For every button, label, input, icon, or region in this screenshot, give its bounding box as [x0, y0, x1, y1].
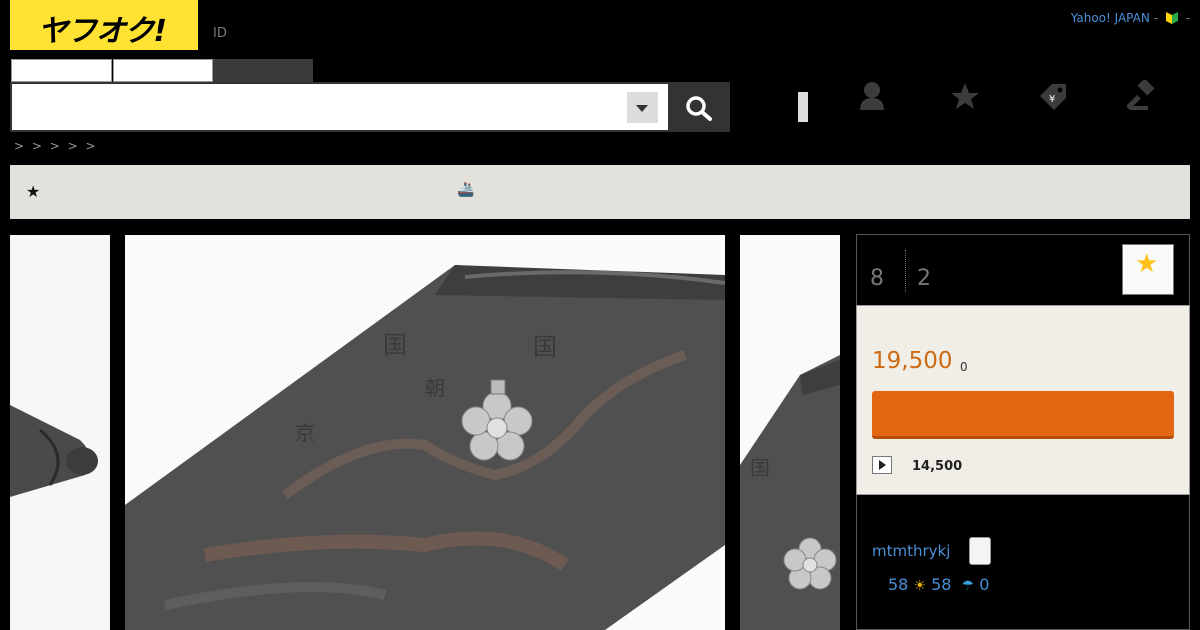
- search-icon: [686, 96, 712, 121]
- start-price: 14,500: [912, 459, 963, 474]
- seller-panel: [856, 495, 1190, 630]
- expand-toggle-button[interactable]: [872, 456, 892, 474]
- watchlist-button[interactable]: ★: [1122, 244, 1174, 295]
- breadcrumb[interactable]: > > > > >: [14, 139, 98, 153]
- thumbnail-previous[interactable]: [10, 235, 110, 630]
- star-icon[interactable]: [950, 80, 980, 112]
- search-tab-3[interactable]: [213, 59, 313, 82]
- thumbnail-next[interactable]: 国: [740, 235, 840, 630]
- item-main-photo[interactable]: 国 国 朝 京: [125, 235, 725, 630]
- logo-text: ヤフオク!: [38, 14, 167, 49]
- rating-good[interactable]: 58: [931, 575, 951, 594]
- separator: -: [1185, 11, 1190, 25]
- svg-text:国: 国: [383, 331, 407, 359]
- search-tab-1[interactable]: [11, 59, 112, 82]
- bad-rating-icon: ☂: [961, 578, 975, 594]
- search-tab-2[interactable]: [113, 59, 213, 82]
- header-divider-bar: [798, 92, 808, 122]
- hammer-icon[interactable]: [1125, 78, 1157, 112]
- svg-text:国: 国: [750, 456, 770, 480]
- notice-star-icon: ★: [26, 182, 41, 201]
- rating-total[interactable]: 58: [888, 575, 908, 594]
- separator: -: [1153, 11, 1158, 25]
- tax-amount: 0: [960, 360, 968, 374]
- seller-name-link[interactable]: mtmthrykj: [872, 542, 950, 560]
- seller-ratings[interactable]: 58 ☀ 58 ☂ 0: [888, 575, 989, 594]
- bid-button[interactable]: [872, 391, 1174, 439]
- svg-text:国: 国: [533, 333, 557, 361]
- search-button[interactable]: [668, 82, 730, 132]
- watch-count: 8: [870, 266, 884, 291]
- header-links: Yahoo! JAPAN - -: [1071, 10, 1190, 25]
- svg-text:¥: ¥: [1049, 94, 1055, 105]
- star-icon: ★: [1135, 249, 1159, 279]
- good-rating-icon: ☀: [913, 578, 927, 594]
- divider: [905, 250, 906, 292]
- search-input[interactable]: [10, 82, 670, 132]
- current-price: 19,500: [872, 348, 953, 374]
- bid-count: 2: [917, 266, 931, 291]
- category-dropdown[interactable]: [627, 92, 658, 123]
- ship-icon: 🚢: [457, 182, 475, 198]
- svg-text:京: 京: [295, 421, 315, 445]
- id-link[interactable]: ID: [213, 26, 227, 41]
- tag-icon[interactable]: ¥: [1036, 80, 1066, 112]
- yahoo-auction-logo[interactable]: ヤフオク!: [10, 0, 198, 50]
- beginner-icon[interactable]: [1165, 10, 1178, 24]
- yahoo-japan-link[interactable]: Yahoo! JAPAN: [1071, 11, 1150, 25]
- user-icon[interactable]: [857, 80, 887, 112]
- rating-bad[interactable]: 0: [979, 575, 989, 594]
- follow-seller-button[interactable]: [969, 537, 991, 565]
- svg-text:朝: 朝: [425, 376, 445, 400]
- notice-bar: [10, 165, 1190, 219]
